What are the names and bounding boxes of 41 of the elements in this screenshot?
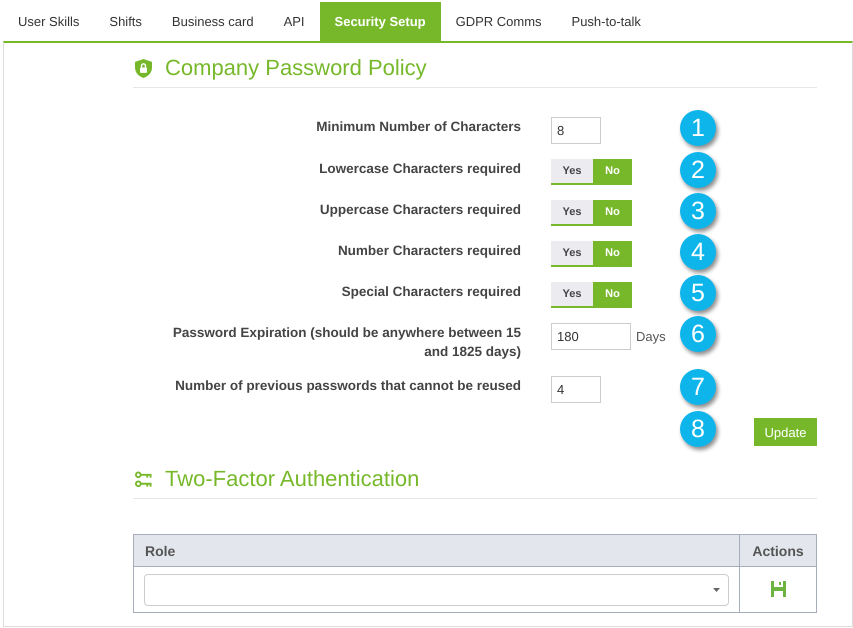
toggle-option[interactable]: Yes [551,200,593,224]
tab[interactable]: User Skills [3,2,94,41]
tab[interactable]: Business card [156,2,269,41]
number-input[interactable]: 4 [551,376,601,403]
role-select[interactable] [144,574,729,606]
keys-icon [135,470,152,488]
numbered-callout: 6 [680,316,716,352]
field-label: Password Expiration (should be anywhere between 15 and 1825 days) [172,324,521,361]
tab[interactable]: GDPR Comms [440,2,557,41]
numbered-callout: 8 [680,411,716,447]
yes-no-toggle[interactable]: Yes No [551,282,632,308]
tab[interactable]: Shifts [94,2,157,41]
field-label: Special Characters required [342,283,521,301]
yes-no-toggle[interactable]: Yes No [551,241,632,267]
numbered-callout: 3 [680,193,716,229]
numbered-callout: 5 [680,275,716,311]
caret-icon [713,588,720,592]
numbered-callout: 2 [680,152,716,188]
shield-lock-icon [135,58,152,78]
field-label: Number of previous passwords that cannot be reused [175,377,521,395]
toggle-option[interactable]: Yes [551,159,593,183]
field-label: Lowercase Characters required [319,160,521,178]
number-input[interactable]: 180 [551,323,631,350]
field-label: Minimum Number of Characters [316,118,521,136]
field-label: Number Characters required [338,242,521,260]
numbered-callout: 4 [680,234,716,270]
yes-no-toggle[interactable]: Yes No [551,200,632,226]
tab[interactable]: Push-to-talk [556,2,656,41]
tab[interactable]: API [268,2,320,41]
field-label: Uppercase Characters required [320,201,521,219]
section-title: Company Password Policy [165,54,427,82]
toggle-option[interactable]: Yes [551,241,593,265]
yes-no-toggle[interactable]: Yes No [551,159,632,185]
unit-label: Days [636,329,666,344]
numbered-callout: 1 [680,110,716,146]
column-header: Actions [740,534,816,566]
column-header: Role [134,534,740,566]
number-input[interactable]: 8 [551,117,601,144]
section-title: Two-Factor Authentication [165,465,420,493]
toggle-option[interactable]: Yes [551,282,593,306]
numbered-callout: 7 [680,369,716,405]
